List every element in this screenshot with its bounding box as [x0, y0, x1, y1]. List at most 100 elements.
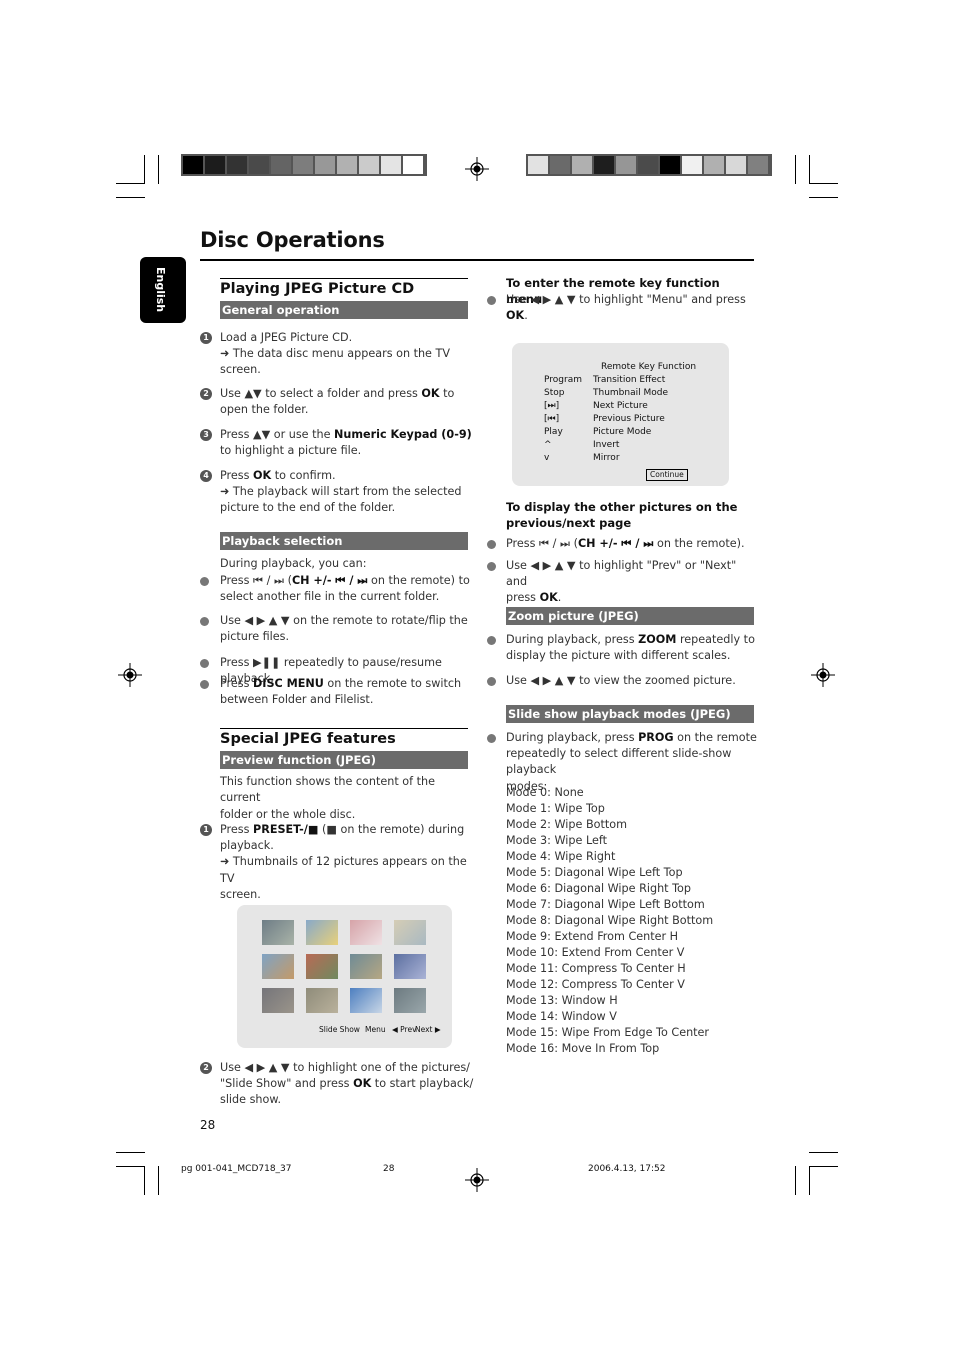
color-swatch [616, 156, 636, 174]
color-swatch [594, 156, 614, 174]
color-swatch [704, 156, 724, 174]
thumbnail-12[interactable] [394, 988, 426, 1013]
step-number-1: 1 [200, 824, 212, 836]
color-swatch [381, 156, 401, 174]
menu-button[interactable]: Menu [365, 1023, 386, 1036]
bullet-icon [200, 680, 209, 689]
thumbnail-4[interactable] [394, 920, 426, 945]
slide-show-mode: Mode 10: Extend From Center V [506, 946, 685, 959]
page-nav-bullet-2: Use ◀ ▶ ▲ ▼ to highlight "Prev" or "Next… [506, 559, 737, 605]
bullet-icon [200, 577, 209, 586]
footer-page: 28 [383, 1164, 395, 1174]
thumbnail-11[interactable] [350, 988, 382, 1013]
bullet-icon [487, 540, 496, 549]
registration-mark-icon [465, 1168, 489, 1192]
section-rule [220, 278, 468, 279]
bullet-icon [487, 562, 496, 571]
bullet-icon [487, 677, 496, 686]
step-result: ➜ The data disc menu appears on the TV [220, 347, 450, 361]
special-jpeg-section: Special JPEG features Preview function (… [220, 728, 468, 823]
page-nav-heading: previous/next page [506, 516, 632, 531]
remote-key-label: [⏮] [544, 414, 560, 424]
crop-mark [809, 155, 810, 184]
slide-show-mode: Mode 11: Compress To Center H [506, 962, 686, 975]
color-swatch [550, 156, 570, 174]
thumbnail-1[interactable] [262, 920, 294, 945]
thumbnail-6[interactable] [306, 954, 338, 979]
page-number: 28 [200, 1118, 216, 1132]
thumbnail-5[interactable] [262, 954, 294, 979]
left-column: Playing JPEG Picture CD General operatio… [220, 278, 468, 320]
remote-key-title: Remote Key Function [601, 362, 697, 372]
thumbnail-7[interactable] [350, 954, 382, 979]
bullet-icon [200, 617, 209, 626]
step-text: Press ▲▼ or use the Numeric Keypad (0-9) [220, 428, 472, 441]
remote-key-function: Previous Picture [593, 414, 665, 424]
subhead-general-operation: General operation [220, 301, 468, 320]
thumbnail-3[interactable] [350, 920, 382, 945]
page-nav-heading: To display the other pictures on the [506, 500, 738, 514]
color-swatch [227, 156, 247, 174]
crop-mark [809, 1166, 810, 1195]
remote-key-label: [⏭] [544, 401, 560, 411]
step-number-3: 3 [200, 429, 212, 441]
preview-intro: This function shows the content of the c… [220, 775, 435, 805]
remote-key-function: Transition Effect [593, 375, 666, 385]
thumbnail-10[interactable] [306, 988, 338, 1013]
thumbnail-8[interactable] [394, 954, 426, 979]
crop-mark [116, 197, 145, 198]
playback-bullet-1: Press ⏮ / ⏭ (CH +/- ⏮ / ⏭ on the remote)… [220, 574, 470, 604]
page-nav-section: To display the other pictures on the pre… [506, 499, 756, 531]
step-text: Use ▲▼ to select a folder and press OK t… [220, 387, 455, 400]
bullet-icon [487, 636, 496, 645]
slide-show-mode: Mode 3: Wipe Left [506, 834, 607, 847]
color-swatch [660, 156, 680, 174]
slide-show-mode: Mode 1: Wipe Top [506, 802, 605, 815]
step-number-1: 1 [200, 332, 212, 344]
slide-show-mode: Mode 15: Wipe From Edge To Center [506, 1026, 710, 1039]
subhead-slide-show-modes: Slide show playback modes (JPEG) [506, 705, 754, 723]
color-swatch [271, 156, 291, 174]
color-swatch [638, 156, 658, 174]
color-swatch [748, 156, 768, 174]
crop-mark [809, 197, 838, 198]
crop-mark [144, 155, 145, 184]
crop-mark [116, 1166, 145, 1167]
step-1: Load a JPEG Picture CD. ➜ The data disc … [220, 330, 470, 379]
step-number-2: 2 [200, 388, 212, 400]
section-title: Special JPEG features [220, 731, 396, 747]
remote-key-label: ^ [544, 440, 552, 450]
remote-key-function: Picture Mode [593, 427, 652, 437]
next-button[interactable]: Next ▶ [415, 1023, 441, 1036]
thumbnail-9[interactable] [262, 988, 294, 1013]
prev-button[interactable]: ◀ Prev [392, 1023, 417, 1036]
thumbnail-2[interactable] [306, 920, 338, 945]
continue-button[interactable]: Continue [646, 469, 688, 481]
crop-mark [158, 1166, 159, 1195]
color-swatch [183, 156, 203, 174]
playback-intro: During playback, you can: [220, 557, 367, 570]
preview-intro: folder or the whole disc. [220, 807, 356, 821]
page-nav-bullet-1: Press ⏮ / ⏭ (CH +/- ⏮ / ⏭ on the remote)… [506, 537, 745, 550]
step-result: ➜ The playback will start from the selec… [220, 485, 462, 499]
slide-show-mode-list: Mode 0: None Mode 1: Wipe Top Mode 2: Wipe… [506, 785, 756, 1057]
slide-show-button[interactable]: Slide Show [319, 1023, 360, 1036]
section-title: Playing JPEG Picture CD [220, 281, 415, 297]
crop-mark [809, 1152, 838, 1153]
crop-mark [809, 1166, 838, 1167]
zoom-bullet-2: Use ◀ ▶ ▲ ▼ to view the zoomed picture. [506, 674, 736, 687]
zoom-bullet-1: During playback, press ZOOM repeatedly t… [506, 633, 755, 663]
color-swatch [528, 156, 548, 174]
color-swatch [682, 156, 702, 174]
footer-file-name: pg 001-041_MCD718_37 [181, 1164, 292, 1174]
bullet-icon [487, 296, 496, 305]
bullet-icon [487, 734, 496, 743]
remote-key-function-screen: Remote Key Function Program Transition Ef… [512, 343, 729, 486]
crop-mark [809, 183, 838, 184]
remote-key-function: Mirror [593, 453, 620, 463]
crop-mark [795, 155, 796, 184]
slide-show-mode: Mode 6: Diagonal Wipe Right Top [506, 882, 691, 895]
slide-show-mode: Mode 0: None [506, 786, 584, 799]
color-swatch [205, 156, 225, 174]
registration-mark-icon [465, 157, 489, 181]
